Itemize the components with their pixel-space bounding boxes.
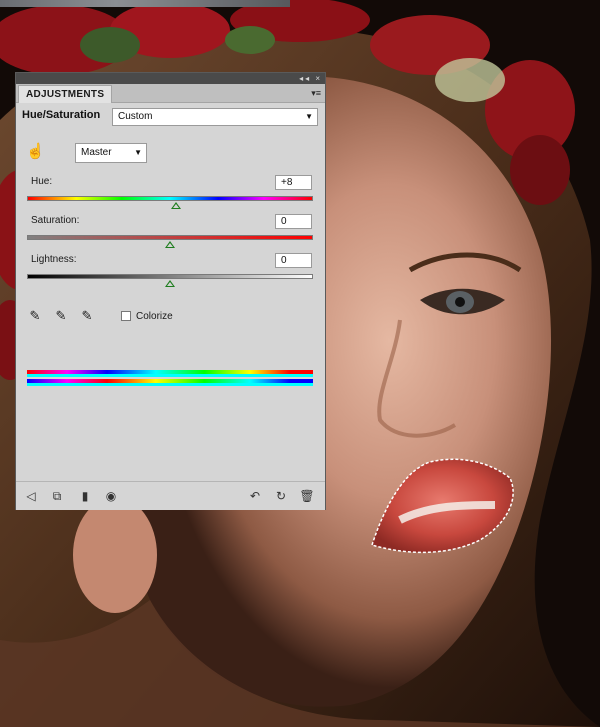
window-top-strip [0,0,290,7]
lightness-slider-thumb[interactable] [165,280,175,287]
saturation-input[interactable]: 0 [275,214,312,229]
panel-title-strip[interactable]: ◂◂ × [16,73,325,84]
clip-to-layer-icon[interactable]: ⧉ [48,488,66,504]
panel-menu-icon[interactable]: ▾≡ [311,87,321,99]
chevron-down-icon: ▼ [305,112,313,121]
saturation-label: Saturation: [31,215,80,226]
colorize-checkbox[interactable] [121,311,131,321]
preset-value: Custom [118,111,153,122]
visibility-toggle-icon[interactable]: ▮ [76,488,94,504]
chevron-down-icon: ▼ [134,148,142,157]
output-spectrum-bar-edge [27,383,313,386]
panel-bottom-toolbar: ◁ ⧉ ▮ ◉ ↶ ↻ 🗑 [16,481,325,510]
adjustments-panel: ◂◂ × ADJUSTMENTS ▾≡ Hue/Saturation Custo… [15,72,326,510]
colorize-label: Colorize [136,311,173,322]
channel-dropdown[interactable]: Master ▼ [75,143,147,163]
input-spectrum-bar-edge [27,374,313,377]
saturation-slider-track[interactable] [27,235,313,240]
eyedropper-plus-icon[interactable]: ✎ [52,307,70,325]
reset-icon[interactable]: ↻ [272,488,290,504]
hue-slider-track[interactable] [27,196,313,201]
preset-dropdown[interactable]: Custom ▼ [112,108,318,126]
hue-input[interactable]: +8 [275,175,312,190]
collapse-close-buttons[interactable]: ◂◂ × [299,73,322,84]
eyedropper-icon[interactable]: ✎ [26,307,44,325]
back-arrow-icon[interactable]: ◁ [22,488,40,504]
hue-slider-thumb[interactable] [171,202,182,209]
eye-icon[interactable]: ◉ [102,488,120,504]
eyedropper-minus-icon[interactable]: ✎ [78,307,96,325]
trash-icon[interactable]: 🗑 [298,488,316,504]
channel-value: Master [81,147,112,158]
hue-label: Hue: [31,176,53,187]
tab-adjustments[interactable]: ADJUSTMENTS [18,85,113,103]
adjustment-title: Hue/Saturation [22,109,101,121]
saturation-slider-thumb[interactable] [165,241,175,248]
panel-tab-row: ADJUSTMENTS ▾≡ [16,84,325,103]
lightness-label: Lightness: [31,254,77,265]
lightness-slider-track[interactable] [27,274,313,279]
lightness-input[interactable]: 0 [275,253,312,268]
view-previous-icon[interactable]: ↶ [246,488,264,504]
on-image-adjust-hand-icon[interactable]: ☝ [26,142,46,162]
